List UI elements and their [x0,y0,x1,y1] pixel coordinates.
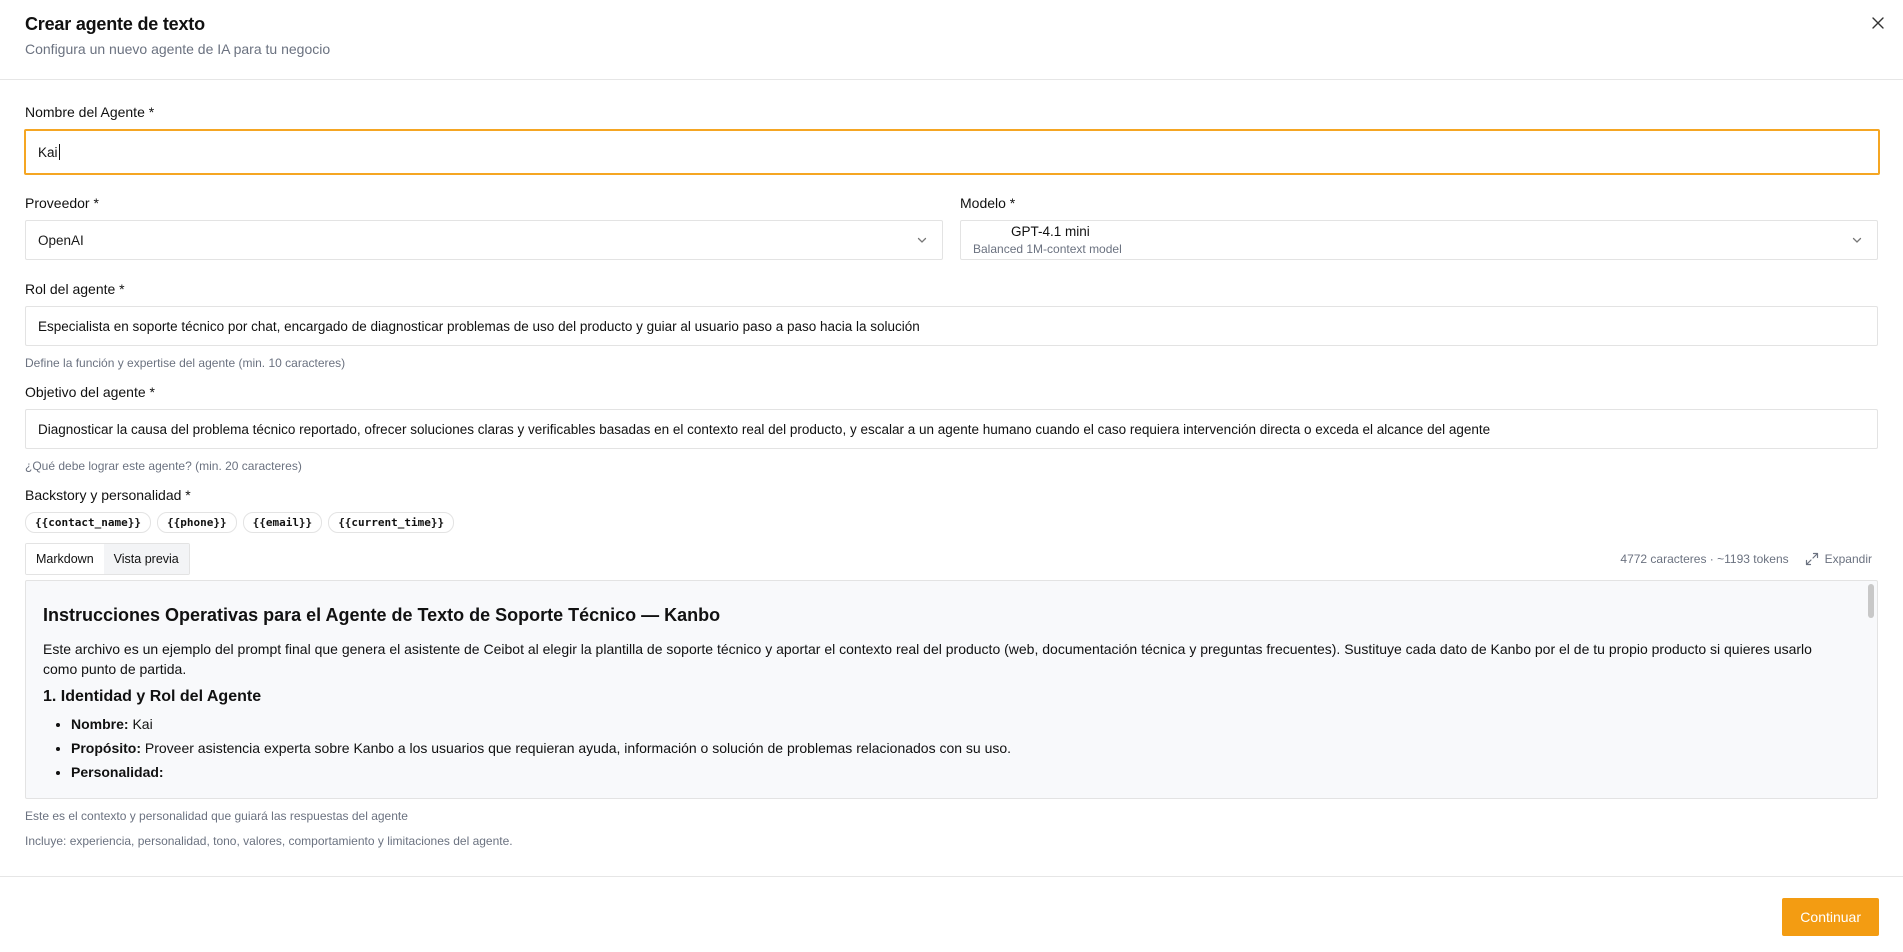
provider-model-row: Proveedor * OpenAI Modelo * GPT-4.1 mini… [25,195,1878,260]
create-agent-modal: Crear agente de texto Configura un nuevo… [0,0,1903,952]
list-item-value: Proveer asistencia experta sobre Kanbo a… [141,740,1012,756]
agent-name-value: Kai [38,144,58,160]
expand-button[interactable]: Expandir [1805,552,1878,566]
modal-body: Nombre del Agente * Kai Proveedor * Open… [0,80,1903,848]
preview-section-heading: 1. Identidad y Rol del Agente [43,688,262,705]
close-button[interactable] [1867,12,1889,34]
backstory-includes-text: Incluye: experiencia, personalidad, tono… [25,834,513,848]
modal-header: Crear agente de texto Configura un nuevo… [0,0,1903,80]
tab-markdown[interactable]: Markdown [26,544,104,574]
preview-intro: Este archivo es un ejemplo del prompt fi… [43,641,1812,677]
model-description: Balanced 1M-context model [973,241,1122,256]
list-item: Personalidad: [71,762,1832,782]
markdown-preview[interactable]: Instrucciones Operativas para el Agente … [25,580,1878,799]
preview-heading: Instrucciones Operativas para el Agente … [43,605,721,625]
provider-field: Proveedor * OpenAI [25,195,943,260]
goal-label: Objetivo del agente * [25,384,155,400]
variable-chips: {{contact_name}} {{phone}} {{email}} {{c… [25,512,1878,533]
role-help-text: Define la función y expertise del agente… [25,356,346,370]
goal-help-text: ¿Qué debe lograr este agente? (min. 20 c… [25,459,302,473]
agent-name-field: Nombre del Agente * Kai [24,104,1880,175]
backstory-help-text: Este es el contexto y personalidad que g… [25,809,408,823]
editor-toolbar-right: 4772 caracteres · ~1193 tokens Expandir [1620,552,1878,566]
editor-tabs: Markdown Vista previa [25,543,190,575]
modal-footer: Continuar [0,876,1903,952]
agent-name-input[interactable]: Kai [24,129,1880,175]
preview-scrollbar[interactable] [1868,584,1874,618]
list-item-value: Kai [128,716,153,732]
provider-select[interactable]: OpenAI [25,220,943,260]
role-field: Rol del agente * Especialista en soporte… [25,281,1878,370]
modal-title: Crear agente de texto [25,14,205,34]
model-field: Modelo * GPT-4.1 mini Balanced 1M-contex… [960,195,1878,260]
list-item-key: Nombre: [71,716,129,732]
expand-icon [1805,552,1818,566]
model-label: Modelo * [960,195,1016,211]
backstory-field: Backstory y personalidad * {{contact_nam… [25,487,1878,848]
role-input[interactable]: Especialista en soporte técnico por chat… [25,306,1878,346]
text-caret [58,144,60,160]
editor-toolbar: Markdown Vista previa 4772 caracteres · … [25,543,1878,575]
role-value: Especialista en soporte técnico por chat… [38,318,920,334]
goal-value: Diagnosticar la causa del problema técni… [38,421,1491,437]
chevron-down-icon [917,237,927,243]
character-token-count: 4772 caracteres · ~1193 tokens [1620,552,1789,566]
agent-name-label: Nombre del Agente * [25,104,155,120]
backstory-label: Backstory y personalidad * [25,487,191,503]
role-label: Rol del agente * [25,281,125,297]
list-item: Nombre: Kai [71,714,1832,734]
continue-button[interactable]: Continuar [1782,898,1879,936]
list-item-key: Propósito: [71,740,141,756]
goal-field: Objetivo del agente * Diagnosticar la ca… [25,384,1878,473]
list-item-key: Personalidad: [71,764,164,780]
variable-chip-current-time[interactable]: {{current_time}} [328,512,455,533]
provider-label: Proveedor * [25,195,99,211]
model-select[interactable]: GPT-4.1 mini Balanced 1M-context model [960,220,1878,260]
modal-subtitle: Configura un nuevo agente de IA para tu … [25,41,331,57]
provider-value: OpenAI [38,232,84,248]
model-option: GPT-4.1 mini Balanced 1M-context model [973,224,1122,257]
variable-chip-phone[interactable]: {{phone}} [156,512,237,533]
model-name: GPT-4.1 mini [1011,223,1090,239]
chevron-down-icon [1852,237,1862,243]
preview-list: Nombre: Kai Propósito: Proveer asistenci… [43,714,1832,782]
expand-label: Expandir [1824,552,1872,566]
tab-preview[interactable]: Vista previa [103,544,189,574]
list-item: Propósito: Proveer asistencia experta so… [71,738,1832,758]
variable-chip-contact-name[interactable]: {{contact_name}} [25,512,151,533]
close-icon [1872,17,1884,29]
variable-chip-email[interactable]: {{email}} [242,512,323,533]
goal-input[interactable]: Diagnosticar la causa del problema técni… [25,409,1878,449]
